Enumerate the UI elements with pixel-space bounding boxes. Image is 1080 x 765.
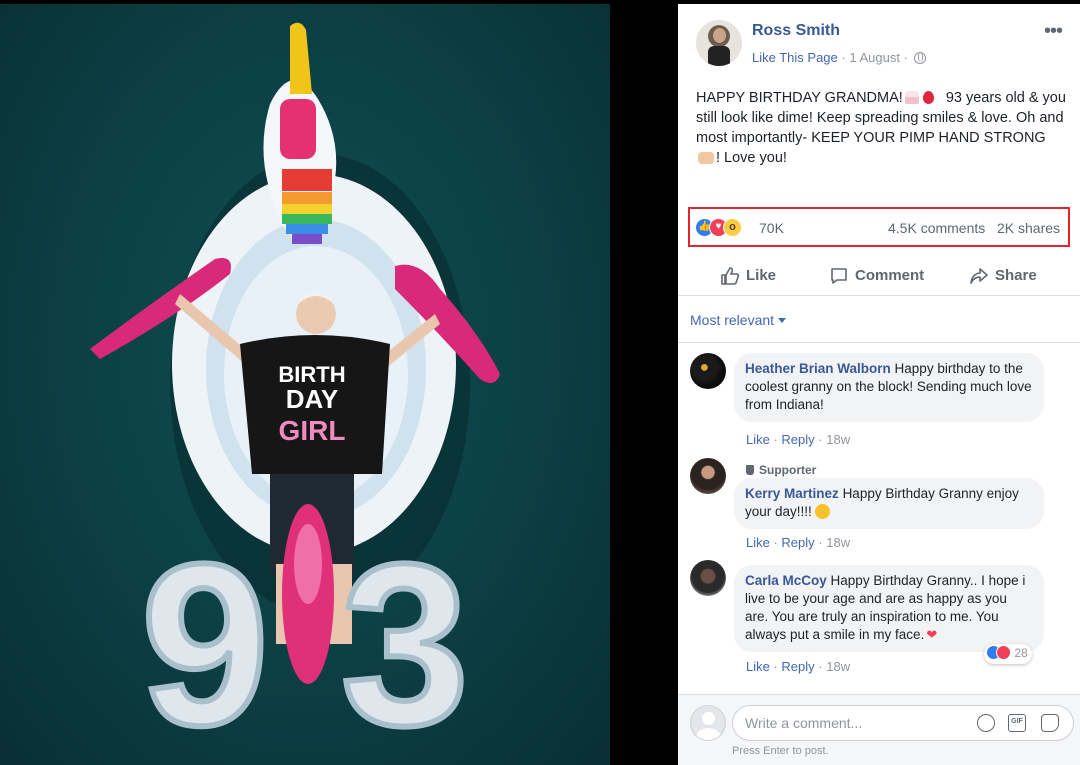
sticker-icon[interactable] [1041, 714, 1059, 732]
share-button[interactable]: Share [969, 264, 1049, 288]
comment-reply-link[interactable]: Reply [781, 432, 814, 447]
more-options-icon[interactable]: ••• [1044, 21, 1063, 41]
page-avatar[interactable] [696, 20, 742, 66]
post-side-panel: Ross Smith Like This Page · 1 August · •… [678, 4, 1080, 765]
comment-actions: Like · Reply · 18w [746, 432, 851, 447]
share-arrow-icon [970, 268, 988, 284]
balloon-emoji-icon [922, 91, 934, 104]
like-button-label: Like [746, 267, 777, 284]
emoji-picker-icon[interactable] [977, 714, 995, 732]
page-name[interactable]: Ross Smith [752, 22, 840, 40]
comment-time[interactable]: 18w [826, 432, 850, 447]
globe-icon [913, 52, 926, 64]
post-text-part3: ! Love you! [716, 150, 787, 166]
comment-author[interactable]: Carla McCoy [745, 573, 827, 588]
comment-reactions[interactable]: 28 [984, 644, 1032, 664]
comment-reply-link[interactable]: Reply [781, 535, 814, 550]
unicorn-float-illustration: BIRTH DAY GIRL 9 3 [90, 22, 500, 765]
balloon-digit-3: 3 [341, 516, 469, 765]
commenter-avatar[interactable] [690, 353, 726, 389]
comment-icon [831, 268, 847, 284]
love-reaction-icon [996, 645, 1011, 660]
comment-time[interactable]: 18w [826, 659, 850, 674]
thumbs-up-icon [721, 267, 740, 285]
comment-author[interactable]: Heather Brian Walborn [745, 361, 891, 376]
comment-like-link[interactable]: Like [746, 432, 770, 447]
like-page-link[interactable]: Like This Page [752, 50, 838, 65]
current-user-avatar [690, 705, 726, 741]
share-button-label: Share [995, 267, 1037, 284]
shirt-text-line3: GIRL [279, 415, 346, 446]
like-button[interactable]: Like [720, 264, 790, 288]
post-photo: BIRTH DAY GIRL 9 3 [0, 0, 678, 765]
comment-like-link[interactable]: Like [746, 535, 770, 550]
commenter-avatar[interactable] [690, 458, 726, 494]
comment-time[interactable]: 18w [826, 535, 850, 550]
supporter-shield-icon [746, 465, 754, 475]
photo-water-background: BIRTH DAY GIRL 9 3 [0, 4, 610, 765]
comment-composer: GIF Press Enter to post. [678, 694, 1080, 765]
fist-emoji-icon [698, 152, 714, 164]
meta-separator: · [903, 50, 908, 65]
post-actions: Like Comment Share [678, 256, 1080, 296]
supporter-label: Supporter [759, 463, 817, 477]
reactions-count[interactable]: 70K [759, 220, 784, 236]
balloon-digit-9: 9 [141, 516, 269, 765]
comment-author[interactable]: Kerry Martinez [745, 486, 839, 501]
comment-bubble: Kerry Martinez Happy Birthday Granny enj… [734, 478, 1044, 529]
comment-like-link[interactable]: Like [746, 659, 770, 674]
meta-separator: · [841, 50, 846, 65]
comment-reaction-count: 28 [1014, 646, 1028, 660]
post-text-part1: HAPPY BIRTHDAY GRANDMA! [696, 90, 903, 106]
divider [678, 342, 1080, 343]
sort-label: Most relevant [690, 312, 775, 328]
comment-bubble: Heather Brian Walborn Happy birthday to … [734, 353, 1044, 422]
commenter-avatar[interactable] [690, 560, 726, 596]
shirt-text-line2: DAY [286, 384, 339, 414]
comments-count[interactable]: 4.5K comments [888, 220, 985, 236]
smiling-emoji-icon [814, 504, 830, 519]
heart-emoji-icon: ❤ [926, 627, 938, 642]
comment-actions: Like · Reply · 18w [746, 535, 851, 550]
comment-button[interactable]: Comment [829, 264, 939, 288]
comment-sort-dropdown[interactable]: Most relevant [690, 312, 787, 328]
post-header: Ross Smith Like This Page · 1 August · •… [696, 20, 1066, 70]
gif-icon[interactable]: GIF [1008, 714, 1026, 732]
supporter-badge: Supporter [746, 463, 816, 477]
comment-actions: Like · Reply · 18w [746, 659, 851, 674]
post-text: HAPPY BIRTHDAY GRANDMA! 93 years old & y… [696, 88, 1066, 168]
press-enter-hint: Press Enter to post. [732, 745, 829, 757]
wow-reaction-icon: o [723, 218, 742, 237]
post-stats-highlighted: 👍 ♥ o 70K 4.5K comments 2K shares [688, 207, 1070, 247]
shares-count[interactable]: 2K shares [997, 220, 1060, 236]
comment-reply-link[interactable]: Reply [781, 659, 814, 674]
caret-down-icon [778, 318, 787, 323]
comment-button-label: Comment [855, 267, 925, 284]
post-meta: Like This Page · 1 August · [752, 50, 926, 65]
cake-emoji-icon [904, 91, 919, 104]
post-date[interactable]: 1 August [849, 50, 900, 65]
comment-bubble: Carla McCoy Happy Birthday Granny.. I ho… [734, 565, 1044, 652]
